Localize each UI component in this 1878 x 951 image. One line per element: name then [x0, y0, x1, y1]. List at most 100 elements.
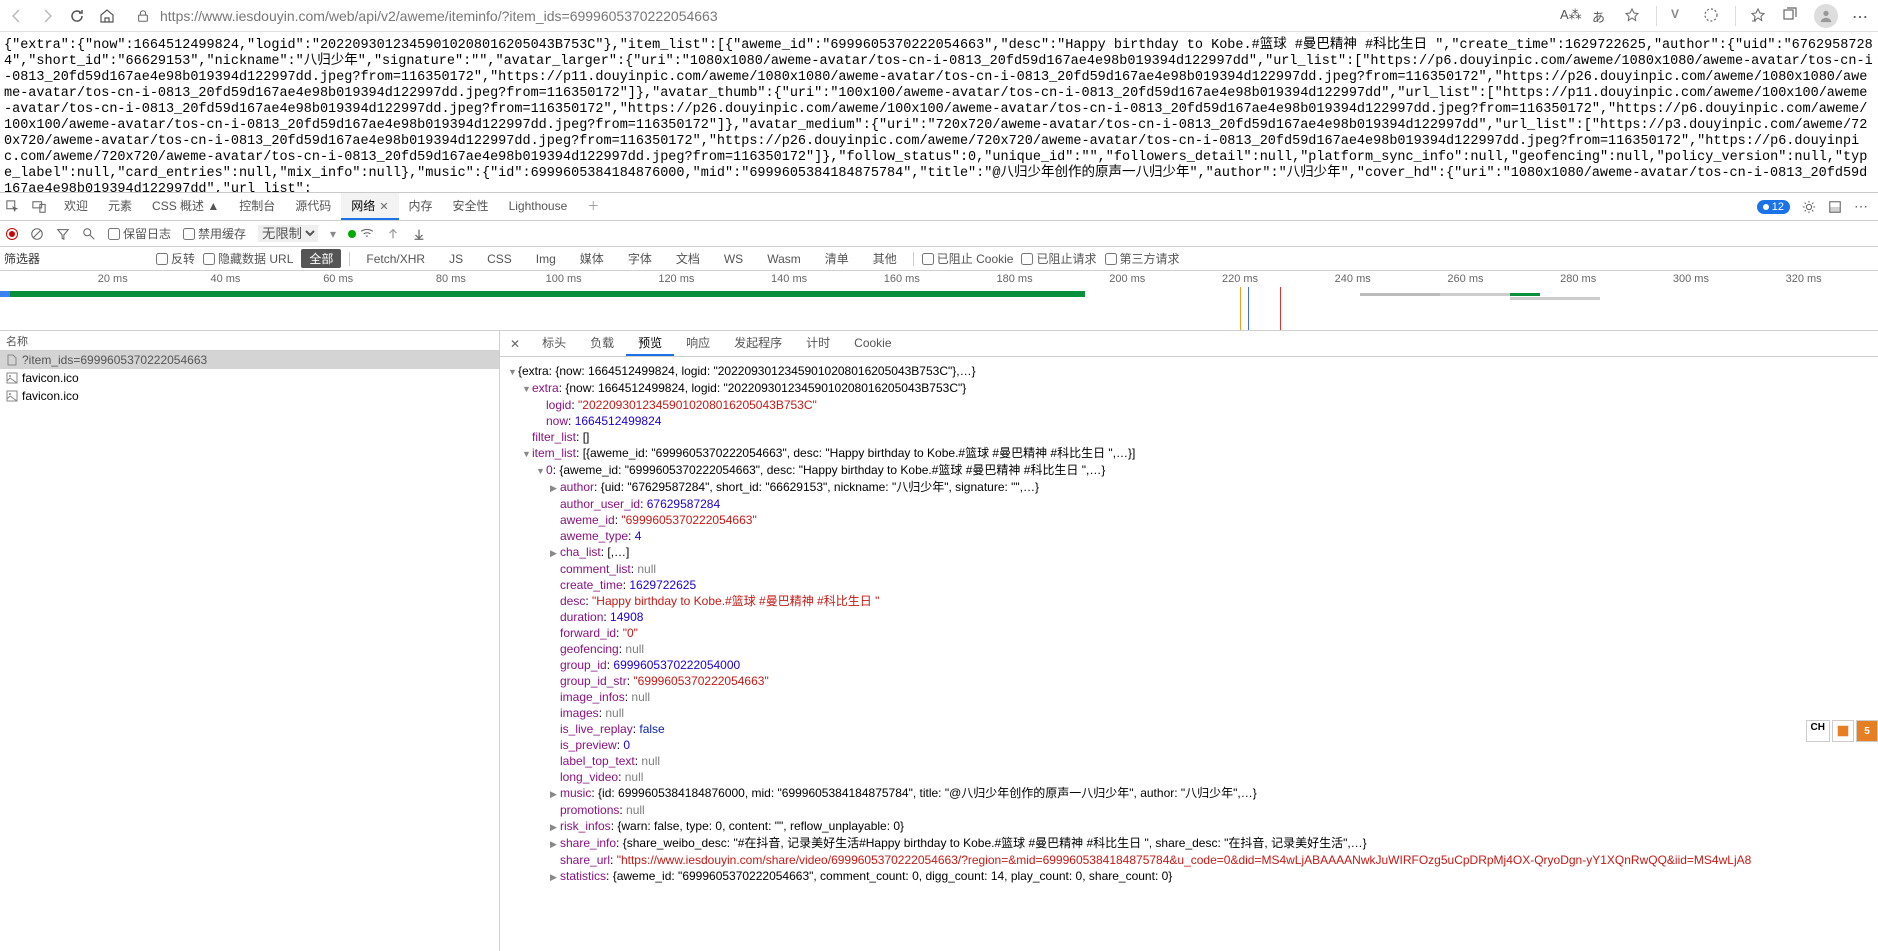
clear-icon[interactable]	[30, 227, 44, 241]
tab-memory[interactable]: 内存	[399, 193, 443, 220]
tab-security[interactable]: 安全性	[443, 193, 499, 220]
download-icon[interactable]	[412, 227, 426, 241]
filter-other[interactable]: 其他	[865, 249, 905, 268]
extension-v-icon[interactable]: V	[1671, 7, 1689, 25]
dtab-cookies[interactable]: Cookie	[842, 331, 903, 356]
disable-cache-checkbox[interactable]: 禁用缓存	[183, 225, 246, 242]
filter-doc[interactable]: 文档	[668, 249, 708, 268]
ime-badge[interactable]: CH	[1806, 720, 1830, 742]
upload-icon[interactable]	[386, 227, 400, 241]
filter-ws[interactable]: WS	[716, 251, 751, 267]
dtab-timing[interactable]: 计时	[794, 331, 842, 356]
hide-data-url-checkbox[interactable]: 隐藏数据 URL	[203, 250, 293, 267]
search-icon[interactable]	[82, 227, 96, 241]
inspect-element-icon[interactable]	[2, 196, 24, 218]
json-preview-tree[interactable]: {extra: {now: 1664512499824, logid: "202…	[500, 357, 1878, 951]
close-detail-icon[interactable]: ✕	[500, 337, 530, 351]
timeline-tick: 220 ms	[1222, 273, 1258, 285]
dtab-payload[interactable]: 负载	[578, 331, 626, 356]
filter-manifest[interactable]: 清单	[817, 249, 857, 268]
filter-css[interactable]: CSS	[479, 251, 520, 267]
forward-button[interactable]	[38, 7, 56, 25]
more-icon[interactable]: ⋯	[1852, 7, 1870, 25]
timeline-tick: 200 ms	[1109, 273, 1145, 285]
timeline-tick: 40 ms	[210, 273, 240, 285]
profile-avatar[interactable]	[1814, 4, 1838, 28]
filter-js[interactable]: JS	[441, 251, 471, 267]
timeline-tick: 280 ms	[1560, 273, 1596, 285]
toolbar-divider	[1656, 6, 1657, 26]
favorites-list-icon[interactable]	[1750, 7, 1768, 25]
dtab-response[interactable]: 响应	[674, 331, 722, 356]
collections-icon[interactable]	[1782, 7, 1800, 25]
favorite-icon[interactable]	[1624, 7, 1642, 25]
tab-console[interactable]: 控制台	[229, 193, 285, 220]
tab-add[interactable]: ＋	[577, 193, 609, 220]
back-button[interactable]	[8, 7, 26, 25]
settings-icon[interactable]	[1798, 196, 1820, 218]
tab-network[interactable]: 网络✕	[341, 193, 398, 220]
dtab-initiator[interactable]: 发起程序	[722, 331, 794, 356]
close-icon[interactable]: ✕	[379, 201, 388, 213]
side-widget-1[interactable]	[1832, 720, 1854, 742]
tab-elements[interactable]: 元素	[98, 193, 142, 220]
timeline-tick: 80 ms	[436, 273, 466, 285]
network-conditions-icon[interactable]	[348, 227, 374, 241]
request-detail-panel: ✕ 标头 负载 预览 响应 发起程序 计时 Cookie {extra: {no…	[500, 331, 1878, 951]
dtab-preview[interactable]: 预览	[626, 331, 674, 356]
translate-icon[interactable]: あ	[1592, 7, 1610, 25]
detail-tabs: ✕ 标头 负载 预览 响应 发起程序 计时 Cookie	[500, 331, 1878, 357]
preserve-log-checkbox[interactable]: 保留日志	[108, 225, 171, 242]
devtools-tabbar: 欢迎 元素 CSS 概述 ▲ 控制台 源代码 网络✕ 内存 安全性 Lighth…	[0, 193, 1878, 221]
invert-checkbox[interactable]: 反转	[156, 250, 195, 267]
issues-badge[interactable]: 12	[1757, 200, 1790, 214]
record-button[interactable]	[6, 228, 18, 240]
timeline-tick: 20 ms	[98, 273, 128, 285]
tab-lighthouse[interactable]: Lighthouse	[499, 193, 578, 220]
filter-all[interactable]: 全部	[301, 249, 341, 268]
timeline-tick: 120 ms	[658, 273, 694, 285]
url-text: https://www.iesdouyin.com/web/api/v2/awe…	[160, 8, 718, 24]
third-party-checkbox[interactable]: 第三方请求	[1105, 250, 1180, 267]
request-row[interactable]: favicon.ico	[0, 387, 499, 405]
extensions-icon[interactable]	[1703, 7, 1721, 25]
network-filter-bar: 筛选器 反转 隐藏数据 URL 全部 Fetch/XHR JS CSS Img …	[0, 247, 1878, 271]
request-row[interactable]: ?item_ids=6999605370222054663	[0, 351, 499, 369]
filter-img[interactable]: Img	[528, 251, 564, 267]
browser-toolbar: https://www.iesdouyin.com/web/api/v2/awe…	[0, 0, 1878, 32]
blocked-requests-checkbox[interactable]: 已阻止请求	[1021, 250, 1096, 267]
filter-wasm[interactable]: Wasm	[759, 251, 809, 267]
device-toolbar-icon[interactable]	[28, 196, 50, 218]
page-raw-json: {"extra":{"now":1664512499824,"logid":"2…	[0, 32, 1878, 192]
read-aloud-icon[interactable]: A⁂	[1560, 7, 1578, 25]
home-button[interactable]	[98, 7, 116, 25]
timeline-tick: 60 ms	[323, 273, 353, 285]
tab-css-overview[interactable]: CSS 概述 ▲	[142, 193, 229, 220]
timeline-tick: 240 ms	[1335, 273, 1371, 285]
filter-icon[interactable]	[56, 227, 70, 241]
tab-welcome[interactable]: 欢迎	[54, 193, 98, 220]
dtab-headers[interactable]: 标头	[530, 331, 578, 356]
timeline-tick: 160 ms	[884, 273, 920, 285]
filter-media[interactable]: 媒体	[572, 249, 612, 268]
timeline-tick: 320 ms	[1786, 273, 1822, 285]
filter-label: 筛选器	[4, 250, 40, 267]
request-name: favicon.ico	[22, 389, 79, 403]
request-list: 名称 ?item_ids=6999605370222054663favicon.…	[0, 331, 500, 951]
filter-fetch[interactable]: Fetch/XHR	[358, 251, 433, 267]
filter-font[interactable]: 字体	[620, 249, 660, 268]
image-file-icon	[6, 390, 18, 402]
timeline-tick: 260 ms	[1447, 273, 1483, 285]
throttle-select[interactable]: 无限制	[258, 225, 318, 242]
address-bar[interactable]: https://www.iesdouyin.com/web/api/v2/awe…	[128, 8, 1548, 24]
network-timeline[interactable]: 20 ms40 ms60 ms80 ms100 ms120 ms140 ms16…	[0, 271, 1878, 331]
blocked-cookies-checkbox[interactable]: 已阻止 Cookie	[922, 250, 1014, 267]
timeline-tick: 100 ms	[546, 273, 582, 285]
throttle-dropdown-icon[interactable]: ▾	[330, 227, 336, 241]
refresh-button[interactable]	[68, 7, 86, 25]
request-row[interactable]: favicon.ico	[0, 369, 499, 387]
devtools-more-icon[interactable]: ⋯	[1850, 196, 1872, 218]
dock-icon[interactable]	[1824, 196, 1846, 218]
side-widget-2[interactable]: 5	[1856, 720, 1878, 742]
tab-sources[interactable]: 源代码	[285, 193, 341, 220]
